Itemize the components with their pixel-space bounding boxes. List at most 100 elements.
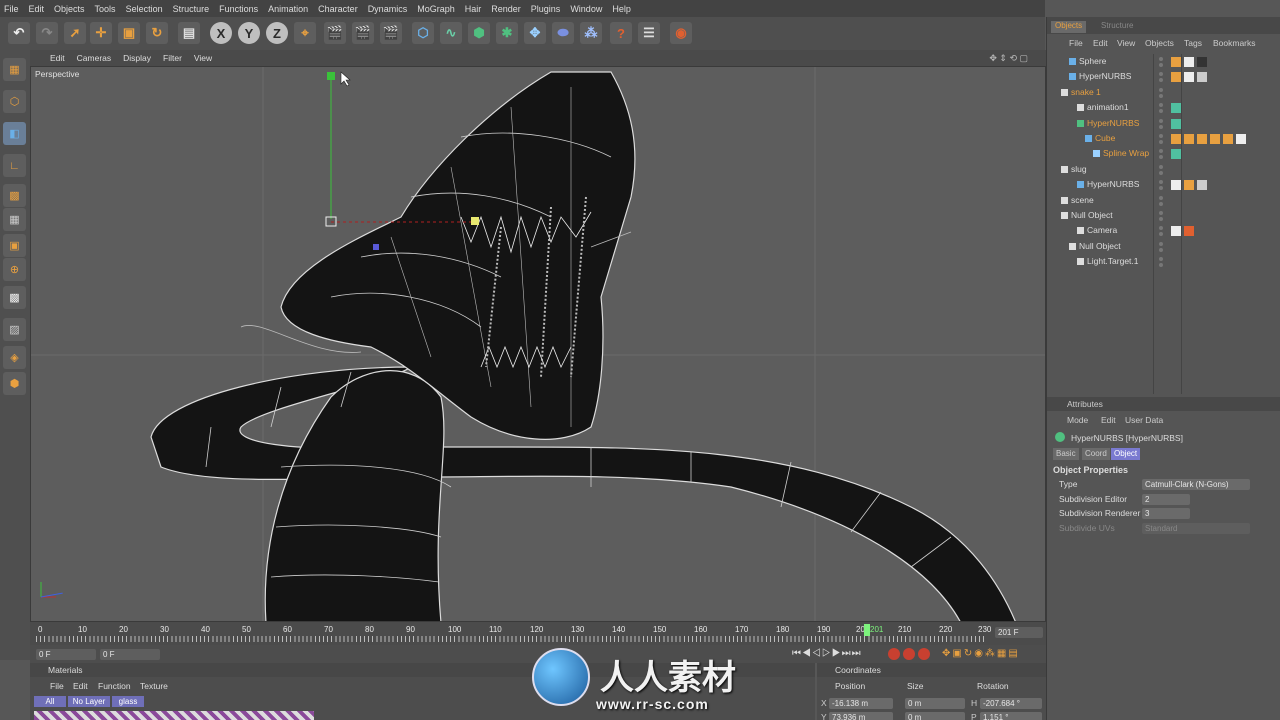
particles-icon[interactable]: ⁂ bbox=[580, 22, 602, 44]
editor-visibility-dot[interactable] bbox=[1159, 164, 1163, 169]
render-visibility-dot[interactable] bbox=[1159, 201, 1163, 206]
object-tag-icon[interactable] bbox=[1171, 118, 1181, 129]
size-y-field[interactable]: 0 m bbox=[905, 712, 965, 720]
viewport-nav-icons[interactable]: ✥ ⇕ ⟲ ▢ bbox=[989, 53, 1028, 64]
object-tag-icon[interactable] bbox=[1184, 180, 1194, 191]
render-visibility-dot[interactable] bbox=[1159, 140, 1163, 144]
render-visibility-dot[interactable] bbox=[1159, 263, 1163, 268]
model-mode-icon[interactable]: ▤ bbox=[178, 22, 200, 44]
editor-visibility-dot[interactable] bbox=[1159, 180, 1163, 185]
scene-icon[interactable]: ⬬ bbox=[552, 22, 574, 44]
current-frame-field[interactable]: 201 F bbox=[995, 627, 1043, 638]
attr-menu-edit[interactable]: Edit bbox=[1101, 415, 1116, 425]
objects-menu-objects[interactable]: Objects bbox=[1145, 38, 1174, 48]
model-icon[interactable]: ▦ bbox=[3, 208, 26, 231]
range-slider[interactable]: 0 F bbox=[100, 649, 160, 660]
live-selection-icon[interactable]: ➚ bbox=[64, 22, 86, 44]
object-row[interactable]: Light.Target.1 bbox=[1047, 254, 1280, 269]
spline-icon[interactable]: ∿ bbox=[440, 22, 462, 44]
render-visibility-dot[interactable] bbox=[1159, 170, 1163, 175]
object-name[interactable]: Sphere bbox=[1079, 56, 1106, 66]
object-tag-icon[interactable] bbox=[1171, 134, 1181, 144]
attr-tab-object[interactable]: Object bbox=[1111, 448, 1141, 460]
texture-icon[interactable]: ▣ bbox=[3, 234, 26, 257]
viewport-menu-filter[interactable]: Filter bbox=[163, 53, 182, 63]
object-tag-icon[interactable] bbox=[1197, 72, 1207, 83]
object-name[interactable]: Null Object bbox=[1071, 210, 1113, 220]
playhead[interactable] bbox=[864, 624, 870, 636]
render-visibility-dot[interactable] bbox=[1159, 217, 1163, 221]
timeline-ruler[interactable]: 0 10 20 30 40 50 60 70 80 90 100 110 120 130 140 150 160… bbox=[30, 622, 1046, 645]
camera-icon[interactable]: ? bbox=[610, 22, 632, 44]
y-axis-icon[interactable]: Y bbox=[238, 22, 260, 44]
size-x-field[interactable]: 0 m bbox=[905, 698, 965, 709]
materials-menu-file[interactable]: File bbox=[50, 681, 64, 691]
object-row[interactable]: snake 1 bbox=[1047, 85, 1280, 100]
object-tag-icon[interactable] bbox=[1171, 57, 1181, 67]
editor-visibility-dot[interactable] bbox=[1159, 257, 1163, 262]
coordinate-system-icon[interactable]: ⌖ bbox=[294, 22, 316, 44]
rotate-icon[interactable]: ↻ bbox=[146, 22, 168, 44]
object-name[interactable]: Camera bbox=[1087, 225, 1117, 235]
object-tag-icon[interactable] bbox=[1236, 134, 1246, 144]
object-name[interactable]: Spline Wrap bbox=[1103, 148, 1149, 158]
objects-menu-bookmarks[interactable]: Bookmarks bbox=[1213, 38, 1256, 48]
menu-character[interactable]: Character bbox=[318, 4, 358, 14]
viewport-menu-cameras[interactable]: Cameras bbox=[77, 53, 111, 63]
render-settings-icon[interactable]: 🎬 bbox=[380, 22, 402, 44]
object-tag-icon[interactable] bbox=[1171, 149, 1181, 160]
editor-visibility-dot[interactable] bbox=[1159, 72, 1163, 77]
position-x-field[interactable]: -16.138 m bbox=[829, 698, 893, 709]
object-row[interactable]: HyperNURBS bbox=[1047, 116, 1280, 131]
object-row[interactable]: slug bbox=[1047, 162, 1280, 177]
menu-dynamics[interactable]: Dynamics bbox=[368, 4, 408, 14]
render-visibility-dot[interactable] bbox=[1159, 109, 1163, 114]
menu-functions[interactable]: Functions bbox=[219, 4, 258, 14]
viewport-menu-view[interactable]: View bbox=[194, 53, 212, 63]
menu-render[interactable]: Render bbox=[491, 4, 521, 14]
object-name[interactable]: animation1 bbox=[1087, 102, 1129, 112]
object-row[interactable]: HyperNURBS bbox=[1047, 69, 1280, 84]
menu-animation[interactable]: Animation bbox=[268, 4, 308, 14]
object-tag-icon[interactable] bbox=[1223, 134, 1233, 144]
materials-menu-texture[interactable]: Texture bbox=[140, 681, 168, 691]
edges-mode-icon[interactable]: ∟ bbox=[3, 154, 26, 177]
filter-all[interactable]: All bbox=[34, 696, 66, 707]
menu-hair[interactable]: Hair bbox=[465, 4, 482, 14]
rotation-p-field[interactable]: 1.151 ° bbox=[980, 712, 1042, 720]
render-visibility-dot[interactable] bbox=[1159, 78, 1163, 83]
object-row[interactable]: animation1 bbox=[1047, 100, 1280, 115]
object-name[interactable]: Null Object bbox=[1079, 241, 1121, 251]
x-axis-icon[interactable]: X bbox=[210, 22, 232, 44]
viewport-menu-display[interactable]: Display bbox=[123, 53, 151, 63]
z-axis-icon[interactable]: Z bbox=[266, 22, 288, 44]
render-visibility-dot[interactable] bbox=[1159, 93, 1163, 98]
menu-help[interactable]: Help bbox=[612, 4, 631, 14]
material-swatch-strip[interactable] bbox=[34, 711, 314, 720]
object-name[interactable]: HyperNURBS bbox=[1087, 179, 1139, 189]
object-tag-icon[interactable] bbox=[1197, 180, 1207, 191]
object-name[interactable]: HyperNURBS bbox=[1079, 71, 1131, 81]
object-name[interactable]: Cube bbox=[1095, 133, 1115, 143]
object-tag-icon[interactable] bbox=[1171, 180, 1181, 191]
record-icon[interactable] bbox=[888, 648, 900, 660]
render-visibility-dot[interactable] bbox=[1159, 124, 1163, 129]
editor-visibility-dot[interactable] bbox=[1159, 241, 1163, 246]
key-mode-icons[interactable]: ✥▣↻◉⁂▦▤ bbox=[942, 648, 1020, 659]
property-value-field[interactable]: Catmull-Clark (N-Gons) bbox=[1142, 479, 1250, 490]
start-frame-field[interactable]: 0 F bbox=[36, 649, 96, 660]
render-picture-viewer-icon[interactable]: 🎬 bbox=[352, 22, 374, 44]
object-tag-icon[interactable] bbox=[1197, 134, 1207, 144]
record-keys-group[interactable] bbox=[888, 648, 936, 660]
snap-icon[interactable]: ▩ bbox=[3, 286, 26, 309]
materials-menu-edit[interactable]: Edit bbox=[73, 681, 88, 691]
render-visibility-dot[interactable] bbox=[1159, 232, 1163, 237]
editor-visibility-dot[interactable] bbox=[1159, 103, 1163, 108]
object-name[interactable]: HyperNURBS bbox=[1087, 118, 1139, 128]
tab-objects[interactable]: Objects bbox=[1051, 21, 1087, 33]
menu-plugins[interactable]: Plugins bbox=[531, 4, 561, 14]
property-value-field[interactable]: Standard bbox=[1142, 522, 1250, 534]
object-row[interactable]: Spline Wrap bbox=[1047, 146, 1280, 161]
soft-selection-icon[interactable]: ⬢ bbox=[3, 372, 26, 395]
object-tag-icon[interactable] bbox=[1184, 226, 1194, 237]
